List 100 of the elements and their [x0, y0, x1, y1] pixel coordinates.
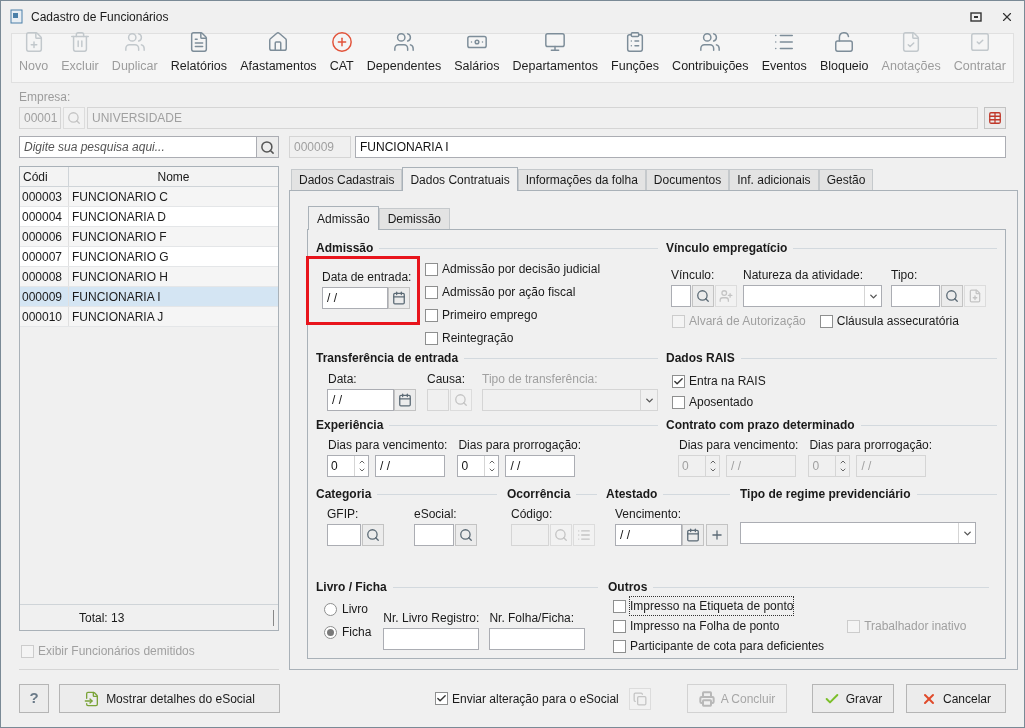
column-header[interactable]: Códi: [20, 167, 69, 186]
search-icon: [554, 528, 568, 542]
tab[interactable]: Dados Cadastrais: [291, 169, 403, 190]
input-field[interactable]: [671, 285, 691, 307]
radio-label: Livro: [342, 601, 368, 618]
table-cell-text: FUNCIONARIO C: [71, 188, 169, 206]
toolbar-button[interactable]: Eventos: [760, 31, 808, 76]
search-button[interactable]: [692, 285, 714, 307]
field-label: Nr. Livro Registro:: [383, 610, 480, 627]
checkbox[interactable]: [672, 395, 685, 409]
total-count: Total: 13: [79, 609, 125, 627]
checkbox-label: Reintegração: [442, 330, 514, 347]
toolbar-button[interactable]: Contribuições: [671, 31, 750, 76]
table-row[interactable]: 000006 FUNCIONARIO F: [20, 227, 278, 247]
checkbox[interactable]: [613, 639, 626, 653]
checkbox[interactable]: [435, 692, 448, 705]
action-button[interactable]: Cancelar: [906, 684, 1006, 713]
calendar-icon: [392, 291, 406, 305]
search-field[interactable]: Digite sua pesquisa aqui...: [19, 136, 257, 158]
section-title: Ocorrência: [507, 486, 571, 503]
toolbar-button[interactable]: Funções: [610, 31, 661, 76]
column-header[interactable]: Nome: [69, 167, 278, 186]
tab[interactable]: Admissão: [308, 206, 379, 230]
people-icon: [699, 31, 722, 54]
input-field[interactable]: FUNCIONARIA I: [355, 136, 1006, 158]
table-row[interactable]: 000009 FUNCIONARIA I: [20, 287, 278, 307]
toolbar-button[interactable]: Departamentos: [511, 31, 599, 76]
toolbar-button[interactable]: Salários: [453, 31, 501, 76]
tab[interactable]: Demissão: [378, 208, 451, 229]
people-icon: [123, 31, 146, 54]
checkbox-label: Impresso na Etiqueta de ponto: [630, 597, 794, 615]
search-icon: [696, 289, 710, 303]
restore-icon[interactable]: [970, 12, 982, 22]
search-button[interactable]: [455, 524, 477, 546]
input-field[interactable]: [489, 628, 586, 650]
input-field[interactable]: [327, 524, 361, 546]
toolbar-button[interactable]: Afastamentos: [239, 31, 318, 76]
help-button[interactable]: ?: [19, 684, 49, 713]
tab[interactable]: Gestão: [818, 169, 874, 190]
table-cell-text: FUNCIONARIA D: [71, 208, 167, 226]
dropdown[interactable]: [743, 285, 882, 307]
checkbox[interactable]: [819, 314, 833, 328]
number-spinner[interactable]: 0: [457, 455, 500, 477]
table-cell-text: FUNCIONARIO G: [71, 248, 170, 266]
add-button[interactable]: [706, 524, 728, 546]
toolbar-button[interactable]: Bloqueio: [818, 31, 870, 76]
table-row[interactable]: 000007 FUNCIONARIO G: [20, 247, 278, 267]
dropdown[interactable]: [740, 522, 976, 544]
calendar-button[interactable]: [682, 524, 704, 546]
section-title: Dados RAIS: [666, 350, 735, 367]
close-icon[interactable]: [1000, 10, 1014, 24]
action-button[interactable]: Gravar: [812, 684, 894, 713]
table-row[interactable]: 000003 FUNCIONARIO C: [20, 187, 278, 207]
tab[interactable]: Documentos: [645, 169, 730, 190]
date-field[interactable]: / /: [327, 389, 394, 411]
checkbox[interactable]: [425, 308, 438, 322]
calendar-button[interactable]: [388, 287, 410, 309]
radio-button[interactable]: [324, 625, 337, 639]
user-plus-icon: [719, 289, 733, 303]
section-title: Admissão: [316, 240, 374, 257]
toolbar-button[interactable]: Relatórios: [169, 31, 229, 76]
details-button[interactable]: Mostrar detalhes do eSocial: [59, 684, 280, 713]
tab[interactable]: Informações da folha: [517, 169, 646, 190]
tab[interactable]: Inf. adicionais: [729, 169, 819, 190]
copy-icon: [632, 691, 647, 706]
search-button[interactable]: [941, 285, 963, 307]
toolbar-button[interactable]: Dependentes: [365, 31, 443, 76]
table-row[interactable]: 000004 FUNCIONARIA D: [20, 207, 278, 227]
radio-button[interactable]: [324, 602, 337, 616]
number-spinner[interactable]: 0: [327, 455, 369, 477]
checkbox[interactable]: [425, 285, 438, 299]
app-icon: [9, 9, 25, 25]
input-field[interactable]: [383, 628, 480, 650]
search-button[interactable]: [257, 136, 279, 158]
field-label: Dias para prorrogação:: [809, 438, 933, 452]
calendar-button[interactable]: [394, 389, 416, 411]
date-field[interactable]: / /: [322, 287, 388, 309]
date-field[interactable]: / /: [375, 455, 445, 477]
checkbox[interactable]: [672, 374, 685, 388]
checkbox[interactable]: [425, 331, 438, 345]
monitor-icon: [544, 31, 567, 54]
radio-label: Ficha: [342, 624, 372, 641]
table-row[interactable]: 000010 FUNCIONARIA J: [20, 307, 278, 327]
date-field[interactable]: / /: [615, 524, 682, 546]
checkbox[interactable]: [425, 262, 438, 276]
search-icon: [459, 528, 473, 542]
field-label: Vencimento:: [615, 506, 683, 523]
trash-icon: [69, 31, 91, 54]
search-button[interactable]: [362, 524, 384, 546]
table-row[interactable]: 000008 FUNCIONARIO H: [20, 267, 278, 287]
tab[interactable]: Dados Contratuais: [402, 167, 518, 191]
date-field[interactable]: / /: [505, 455, 576, 477]
table-button[interactable]: [984, 107, 1006, 129]
input-field[interactable]: [414, 524, 454, 546]
checkbox[interactable]: [613, 599, 626, 613]
checkbox[interactable]: [613, 619, 626, 633]
toolbar-button[interactable]: CAT: [328, 31, 355, 76]
input-field[interactable]: [891, 285, 940, 307]
table-cell-text: FUNCIONARIA J: [71, 308, 165, 326]
checkbox-label: Admissão por decisão judicial: [442, 261, 601, 278]
